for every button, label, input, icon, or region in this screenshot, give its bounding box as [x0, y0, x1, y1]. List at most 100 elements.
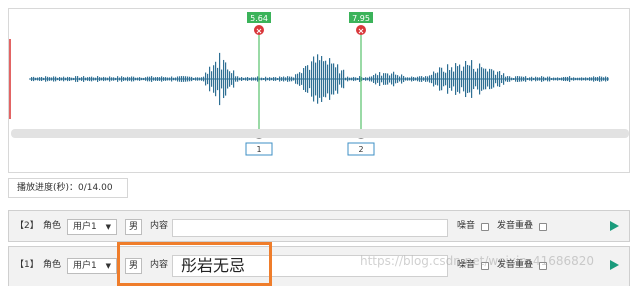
role-select-value: 用户1: [73, 261, 97, 271]
waveform-bar: [419, 76, 421, 82]
waveform-bar: [233, 70, 235, 88]
waveform-bar: [423, 77, 425, 81]
waveform-bar: [59, 77, 61, 81]
waveform-bar: [287, 76, 289, 82]
waveform-bar: [543, 76, 545, 82]
waveform-bar: [135, 77, 137, 81]
waveform-bar: [183, 76, 185, 82]
waveform-bar: [583, 77, 585, 81]
content-input[interactable]: [172, 219, 448, 237]
waveform-bar: [261, 77, 263, 81]
waveform-bar: [397, 75, 399, 83]
waveform-bar: [187, 76, 189, 82]
waveform-bar: [527, 77, 529, 81]
waveform-scrollbar[interactable]: [11, 129, 629, 138]
waveform-bar: [169, 77, 171, 81]
waveform-bar: [409, 77, 411, 81]
waveform-bar: [379, 72, 381, 86]
waveform-bar: [311, 61, 313, 97]
waveform-bar: [241, 77, 243, 81]
gender-field[interactable]: 男: [125, 219, 142, 235]
waveform-bar: [137, 77, 139, 81]
role-select[interactable]: 用户1 ▼: [67, 219, 117, 235]
role-select[interactable]: 用户1 ▼: [67, 258, 117, 274]
waveform-bar: [571, 77, 573, 81]
waveform-bar: [375, 73, 377, 85]
waveform-bar: [523, 76, 525, 82]
waveform-canvas[interactable]: 5.64 × 1 7.95 × 2: [9, 9, 631, 174]
waveform-bar: [377, 75, 379, 83]
waveform-bar: [393, 71, 395, 87]
waveform-bar: [329, 58, 331, 100]
waveform-bar: [407, 77, 409, 81]
waveform-bar: [263, 77, 265, 81]
waveform-bar: [143, 77, 145, 81]
waveform-bar: [443, 71, 445, 87]
segment-row: 【2】 角色 用户1 ▼ 男 内容 噪音 发音重叠: [8, 210, 630, 242]
waveform-bar: [371, 76, 373, 82]
waveform-bar: [195, 77, 197, 81]
content-label: 内容: [150, 221, 169, 231]
waveform-bar: [537, 77, 539, 81]
waveform-bar: [607, 77, 609, 81]
waveform-bar: [299, 72, 301, 86]
waveform-bar: [325, 60, 327, 98]
waveform-bar: [67, 76, 69, 82]
waveform-bar: [533, 77, 535, 81]
waveform-bar: [41, 76, 43, 82]
waveform-bar: [585, 77, 587, 81]
waveform-bar: [57, 77, 59, 81]
waveform-bar: [601, 76, 603, 82]
waveform-bar: [43, 77, 45, 81]
waveform-bar: [257, 76, 259, 82]
waveform-bar: [463, 66, 465, 92]
waveform-bar: [459, 64, 461, 94]
waveform-bar: [181, 76, 183, 82]
waveform-bar: [273, 77, 275, 81]
waveform-bar: [301, 73, 303, 85]
overlap-checkbox[interactable]: [539, 223, 547, 231]
waveform-bar: [249, 77, 251, 81]
waveform-bar: [555, 77, 557, 81]
waveform-bar: [333, 63, 335, 95]
waveform-bar: [199, 77, 201, 81]
waveform-bar: [519, 76, 521, 82]
waveform-bar: [341, 70, 343, 88]
waveform-bar: [453, 71, 455, 87]
gender-field[interactable]: 男: [125, 258, 142, 274]
noise-checkbox[interactable]: [481, 223, 489, 231]
waveform-bar: [481, 67, 483, 91]
waveform-bar: [493, 70, 495, 88]
waveform-bar: [131, 76, 133, 82]
chevron-down-icon: ▼: [105, 223, 111, 231]
waveform-bar: [127, 76, 129, 82]
segment-list: 【2】 角色 用户1 ▼ 男 内容 噪音 发音重叠 【1】 角色 用户1 ▼ 男 内…: [8, 208, 630, 286]
waveform-bar: [99, 77, 101, 81]
play-icon[interactable]: [610, 260, 619, 270]
marker-index-label: 1: [256, 145, 261, 154]
waveform-bar: [33, 76, 35, 82]
waveform-bar: [417, 76, 419, 82]
waveform-bar: [441, 67, 443, 91]
waveform-bar: [495, 74, 497, 84]
waveform-bar: [491, 69, 493, 89]
waveform-bar: [139, 77, 141, 81]
waveform-bar: [557, 77, 559, 81]
waveform-bar: [349, 77, 351, 81]
waveform-bar: [87, 77, 89, 81]
waveform-bar: [39, 77, 41, 81]
waveform-panel[interactable]: 5.64 × 1 7.95 × 2: [8, 8, 630, 173]
chevron-down-icon: ▼: [105, 262, 111, 270]
waveform-bar: [413, 77, 415, 81]
role-select-value: 用户1: [73, 222, 97, 232]
waveform-bar: [597, 76, 599, 82]
waveform-bar: [353, 76, 355, 82]
waveform-bar: [359, 76, 361, 82]
play-icon[interactable]: [610, 221, 619, 231]
waveform-bar: [293, 77, 295, 81]
waveform-bar: [433, 71, 435, 87]
waveform-bar: [51, 77, 53, 81]
waveform-bar: [507, 76, 509, 82]
waveform-bar: [297, 73, 299, 85]
waveform-bar: [387, 73, 389, 85]
